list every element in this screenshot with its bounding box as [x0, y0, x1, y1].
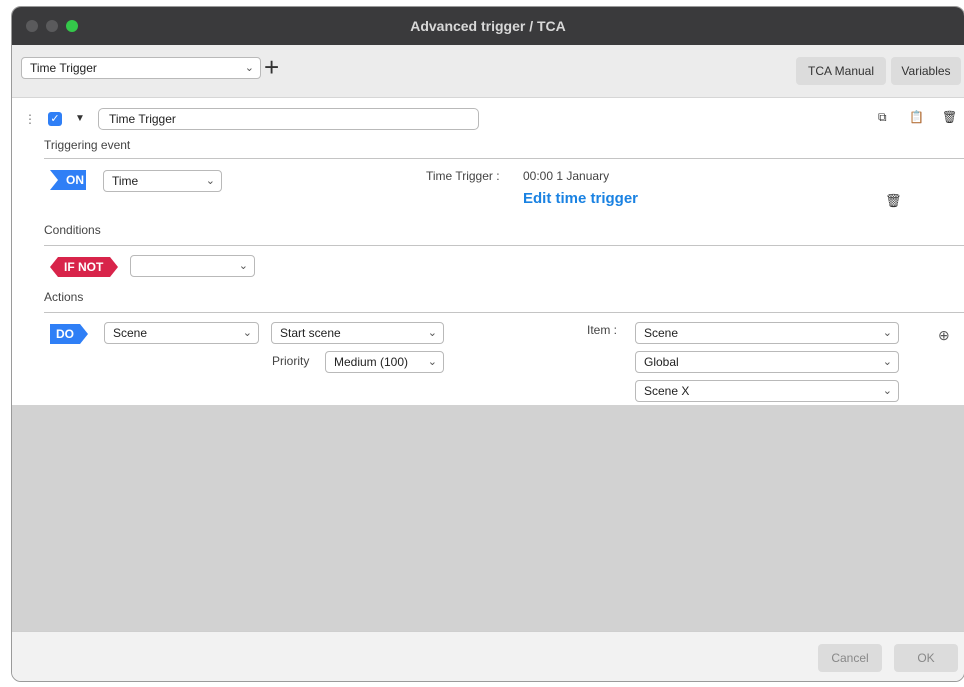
divider	[44, 312, 964, 313]
chevron-down-icon: ⌄	[427, 327, 437, 339]
chevron-down-icon: ⌄	[242, 327, 252, 339]
edit-time-trigger-link[interactable]: Edit time trigger	[523, 190, 638, 207]
item-value-2: Global	[644, 355, 679, 369]
paste-icon[interactable]: 📋	[909, 110, 924, 124]
cancel-button[interactable]: Cancel	[818, 644, 882, 672]
delete-event-icon[interactable]: 🗑	[885, 193, 902, 209]
item-label: Item :	[587, 323, 618, 337]
chevron-down-icon: ⌄	[882, 385, 892, 397]
item-value-3: Scene X	[644, 384, 690, 398]
add-trigger-button[interactable]: +	[264, 54, 279, 80]
do-badge-label: DO	[56, 327, 74, 341]
empty-area	[12, 405, 964, 631]
tca-manual-button[interactable]: TCA Manual	[796, 57, 886, 85]
triggering-event-heading: Triggering event	[44, 138, 131, 152]
dialog-window: Advanced trigger / TCA Time Trigger ⌄ + …	[11, 6, 964, 682]
item-select-1[interactable]: Scene ⌄	[635, 322, 899, 344]
collapse-triangle-icon[interactable]: ▼	[75, 113, 85, 124]
enable-trigger-checkbox[interactable]: ✓	[48, 112, 62, 126]
divider	[44, 245, 964, 246]
divider	[44, 158, 964, 159]
action-select[interactable]: Start scene ⌄	[271, 322, 444, 344]
chevron-down-icon: ⌄	[205, 175, 215, 187]
trigger-select[interactable]: Time Trigger ⌄	[21, 57, 261, 79]
add-action-icon[interactable]: ⊕	[938, 327, 950, 344]
trash-icon[interactable]: 🗑	[942, 110, 957, 124]
item-select-2[interactable]: Global ⌄	[635, 351, 899, 373]
chevron-down-icon: ⌄	[238, 260, 248, 272]
priority-select[interactable]: Medium (100) ⌄	[325, 351, 444, 373]
action-type-value: Scene	[113, 326, 148, 340]
trigger-select-value: Time Trigger	[30, 61, 97, 75]
condition-select[interactable]: ⌄	[130, 255, 255, 277]
event-type-value: Time	[112, 174, 139, 188]
chevron-down-icon: ⌄	[244, 62, 254, 74]
chevron-down-icon: ⌄	[882, 356, 892, 368]
if-not-badge-label: IF NOT	[64, 260, 104, 274]
title-bar: Advanced trigger / TCA	[12, 7, 964, 45]
copy-icon[interactable]: ⧉	[878, 110, 887, 125]
variables-button[interactable]: Variables	[891, 57, 961, 85]
item-select-3[interactable]: Scene X ⌄	[635, 380, 899, 402]
time-trigger-info-value: 00:00 1 January	[523, 169, 610, 183]
trigger-editor: ⋮ ✓ ▼ Time Trigger ⧉ 📋 🗑 Triggering even…	[12, 98, 964, 405]
trigger-name-input[interactable]: Time Trigger	[98, 108, 479, 130]
drag-handle-icon[interactable]: ⋮	[24, 112, 36, 126]
event-type-select[interactable]: Time ⌄	[103, 170, 222, 192]
action-value: Start scene	[280, 326, 341, 340]
time-trigger-info-label: Time Trigger :	[426, 169, 500, 183]
window-title: Advanced trigger / TCA	[410, 18, 566, 34]
chevron-down-icon: ⌄	[882, 327, 892, 339]
ok-button[interactable]: OK	[894, 644, 958, 672]
on-badge-label: ON	[66, 173, 84, 187]
item-value-1: Scene	[644, 326, 679, 340]
action-type-select[interactable]: Scene ⌄	[104, 322, 259, 344]
chevron-down-icon: ⌄	[427, 356, 437, 368]
priority-label: Priority	[272, 354, 310, 368]
conditions-heading: Conditions	[44, 223, 101, 237]
priority-value: Medium (100)	[334, 355, 409, 369]
actions-heading: Actions	[44, 290, 84, 304]
